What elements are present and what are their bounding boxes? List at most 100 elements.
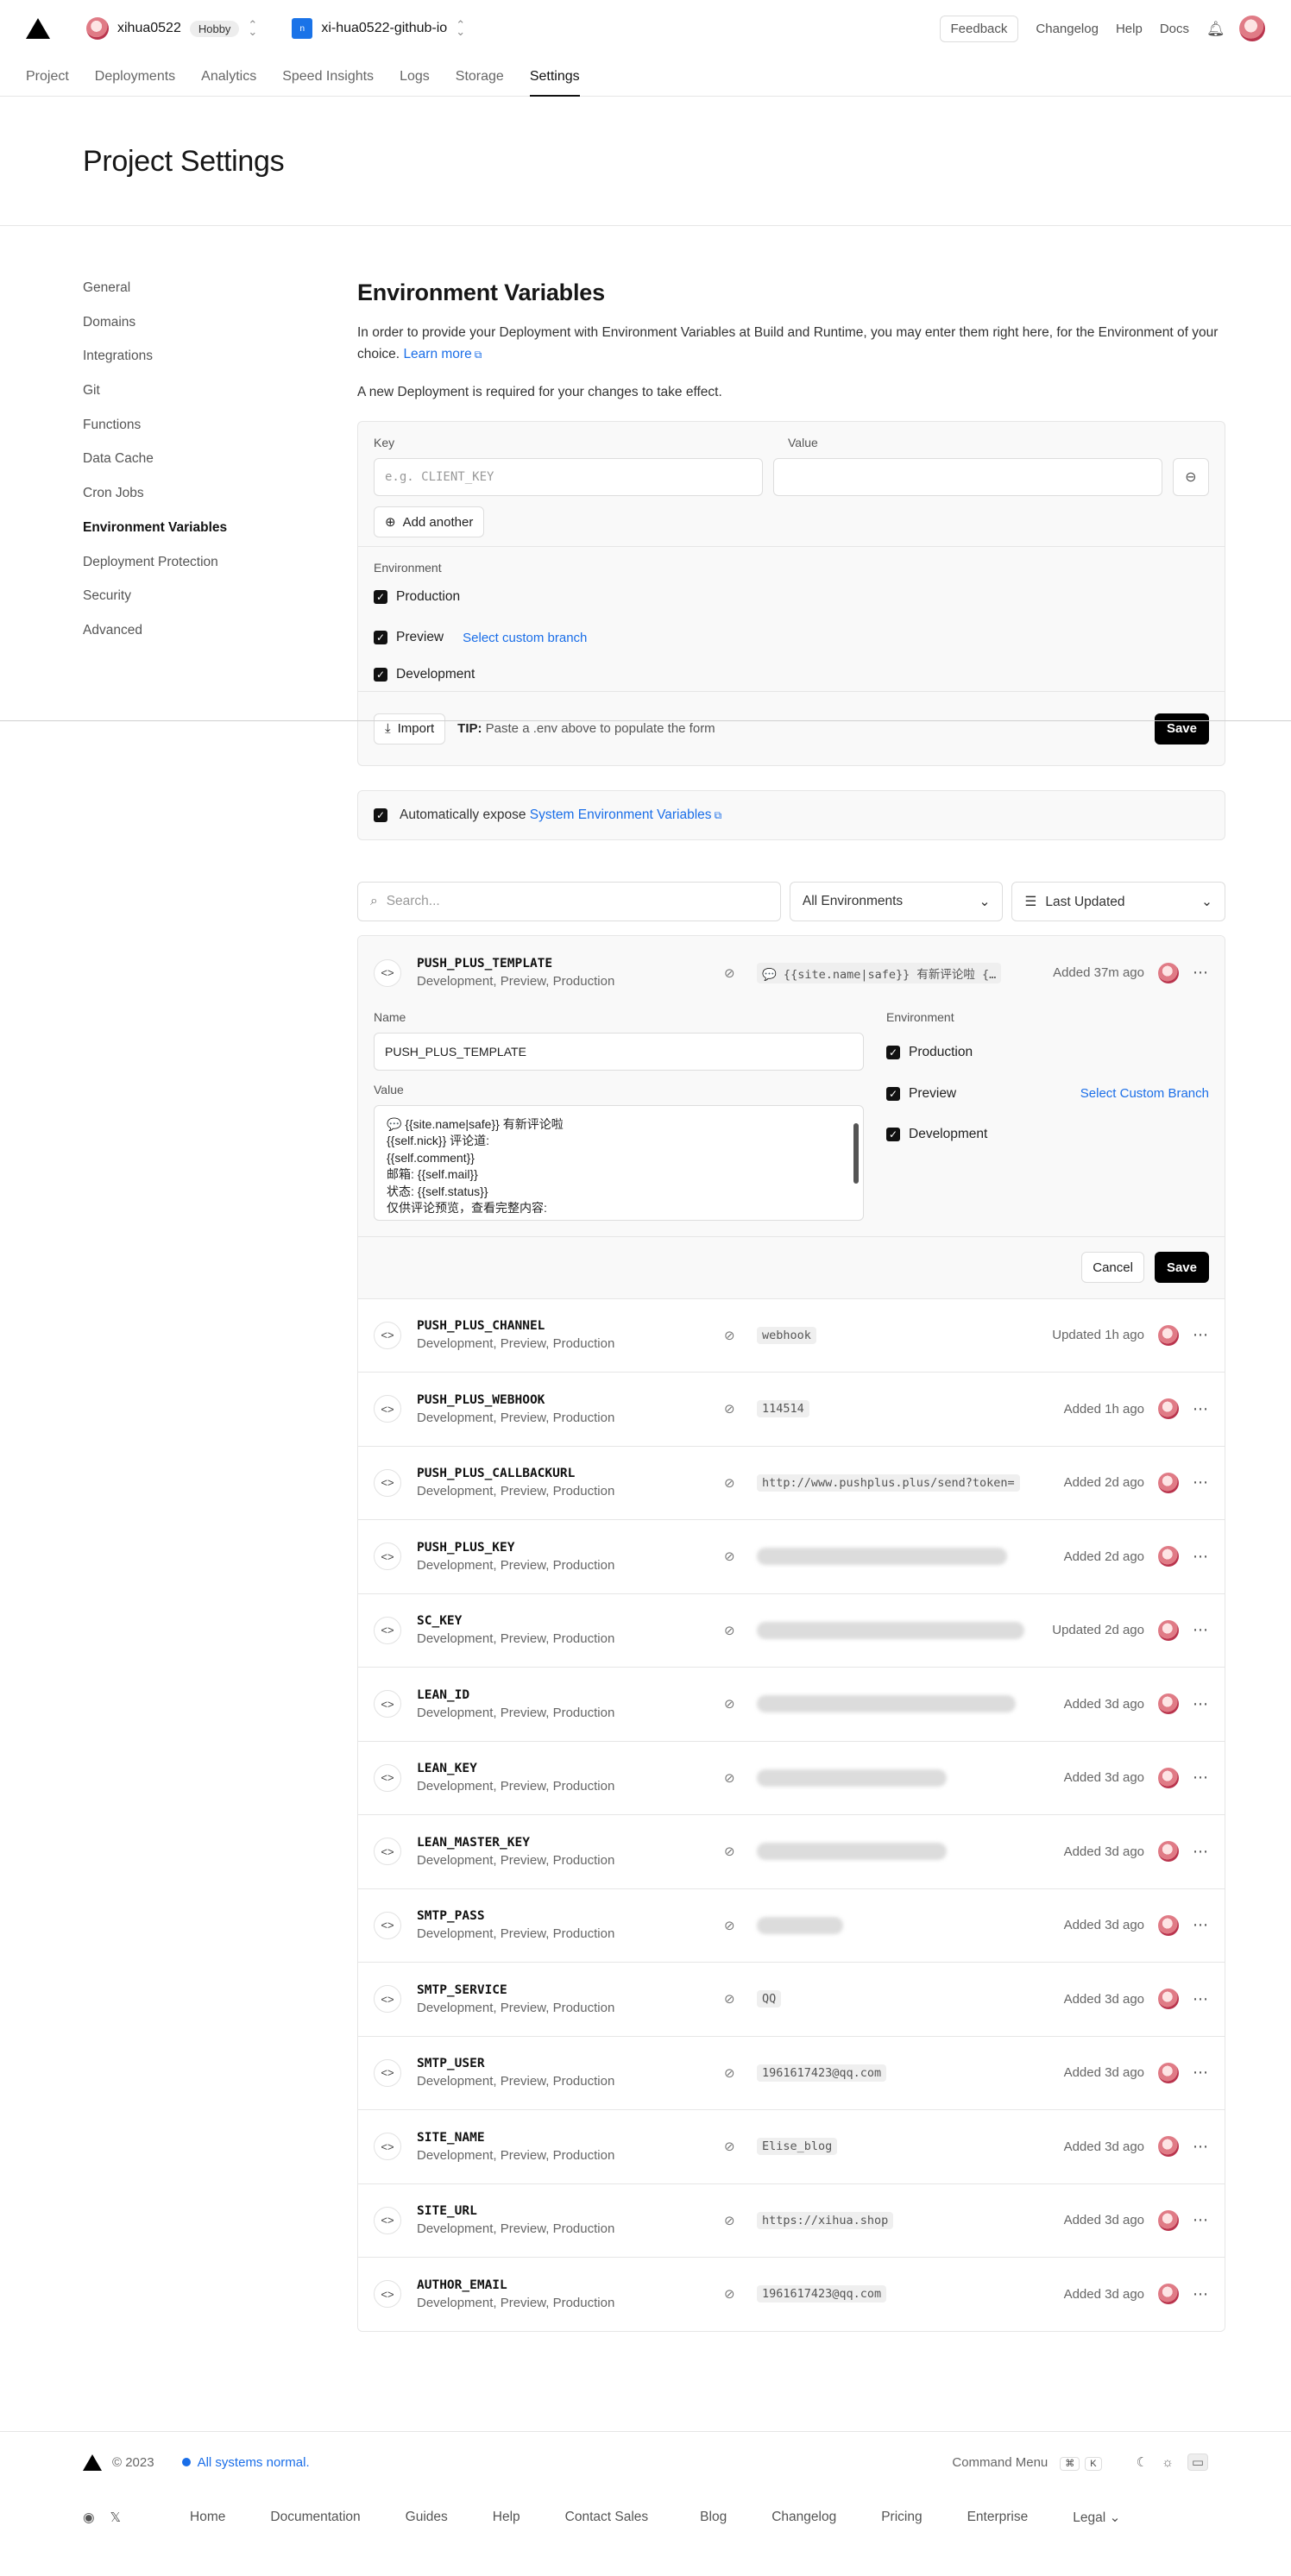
bell-icon[interactable]: 🔔︎ [1206,21,1225,37]
remove-row-button[interactable]: ⊖ [1172,458,1209,496]
tab-project[interactable]: Project [26,69,69,96]
eye-off-icon[interactable]: ⊘ [724,965,740,981]
footer-link-home[interactable]: Home [190,2510,225,2525]
eye-off-icon[interactable]: ⊘ [724,1696,740,1712]
system-theme-icon[interactable]: ▭ [1187,2453,1208,2471]
env-var-row[interactable]: <> PUSH_PLUS_CHANNEL Development, Previe… [358,1297,1225,1372]
development-checkbox[interactable]: ✓ [886,1128,900,1142]
textarea-scrollbar[interactable] [853,1113,860,1213]
footer-link-guides[interactable]: Guides [406,2510,448,2525]
tab-logs[interactable]: Logs [400,69,430,96]
save-button[interactable]: Save [1154,1252,1209,1283]
save-button[interactable]: Save [1154,713,1209,745]
production-checkbox[interactable]: ✓ [886,1046,900,1060]
sun-icon[interactable]: ☼ [1162,2455,1174,2470]
footer-link-enterprise[interactable]: Enterprise [967,2510,1029,2525]
eye-off-icon[interactable]: ⊘ [724,1770,740,1786]
chevron-up-down-icon[interactable]: ⌃ ⌄ [456,19,465,37]
env-var-row-expanded[interactable]: <> PUSH_PLUS_TEMPLATE Development, Previ… [358,936,1225,1010]
footer-link-pricing[interactable]: Pricing [881,2510,922,2525]
github-icon[interactable]: ◉ [83,2510,95,2526]
feedback-button[interactable]: Feedback [939,15,1019,42]
sidebar-item-advanced[interactable]: Advanced [83,622,357,657]
eye-off-icon[interactable]: ⊘ [724,1475,740,1491]
select-branch-link[interactable]: Select custom branch [463,631,587,645]
more-icon[interactable]: ⋯ [1193,2211,1209,2229]
env-var-row[interactable]: <> LEAN_MASTER_KEY Development, Preview,… [358,1814,1225,1888]
vercel-logo[interactable] [83,2453,102,2471]
preview-checkbox[interactable]: ✓ [886,1086,900,1101]
sidebar-item-environment-variables[interactable]: Environment Variables [83,519,357,554]
sidebar-item-security[interactable]: Security [83,587,357,622]
more-icon[interactable]: ⋯ [1193,1473,1209,1492]
more-icon[interactable]: ⋯ [1193,1916,1209,1934]
preview-checkbox[interactable]: ✓ [374,631,387,645]
footer-link-help[interactable]: Help [493,2510,520,2525]
sidebar-item-deployment-protection[interactable]: Deployment Protection [83,554,357,588]
development-checkbox[interactable]: ✓ [374,668,387,682]
more-icon[interactable]: ⋯ [1193,2138,1209,2156]
system-env-vars-link[interactable]: System Environment Variables [530,807,721,822]
more-icon[interactable]: ⋯ [1193,1843,1209,1861]
env-var-row[interactable]: <> SITE_URL Development, Preview, Produc… [358,2183,1225,2257]
sidebar-item-git[interactable]: Git [83,382,357,417]
footer-link-legal[interactable]: Legal ⌄ [1073,2510,1120,2526]
footer-link-changelog[interactable]: Changelog [771,2510,836,2525]
sidebar-item-data-cache[interactable]: Data Cache [83,450,357,485]
import-button[interactable]: ⤓ Import [374,713,446,745]
docs-link[interactable]: Docs [1160,22,1189,36]
sidebar-item-functions[interactable]: Functions [83,417,357,451]
env-var-row[interactable]: <> LEAN_ID Development, Preview, Product… [358,1667,1225,1741]
search-input[interactable]: ⌕ Search... [357,882,781,921]
user-avatar[interactable] [1239,16,1265,41]
help-link[interactable]: Help [1116,22,1143,36]
tab-storage[interactable]: Storage [456,69,504,96]
eye-off-icon[interactable]: ⊘ [724,2065,740,2081]
eye-off-icon[interactable]: ⊘ [724,2286,740,2302]
value-textarea[interactable]: 💬 {{site.name|safe}} 有新评论啦 {{self.nick}}… [374,1104,864,1221]
more-icon[interactable]: ⋯ [1193,2285,1209,2303]
team-switcher[interactable]: xihua0522 Hobby ⌃ ⌄ [86,17,257,40]
name-input[interactable]: PUSH_PLUS_TEMPLATE [374,1032,864,1071]
tab-analytics[interactable]: Analytics [201,69,256,96]
project-switcher[interactable]: n xi-hua0522-github-io ⌃ ⌄ [292,18,465,39]
chevron-up-down-icon[interactable]: ⌃ ⌄ [248,19,257,37]
moon-icon[interactable]: ☾ [1137,2454,1148,2470]
env-var-row[interactable]: <> SITE_NAME Development, Preview, Produ… [358,2109,1225,2183]
eye-off-icon[interactable]: ⊘ [724,1401,740,1417]
more-icon[interactable]: ⋯ [1193,1400,1209,1418]
more-icon[interactable]: ⋯ [1193,964,1209,982]
env-var-row[interactable]: <> SMTP_SERVICE Development, Preview, Pr… [358,1962,1225,2036]
sidebar-item-general[interactable]: General [83,280,357,314]
env-var-row[interactable]: <> PUSH_PLUS_CALLBACKURL Development, Pr… [358,1445,1225,1519]
footer-link-documentation[interactable]: Documentation [270,2510,360,2525]
auto-expose-checkbox[interactable]: ✓ [374,808,387,822]
more-icon[interactable]: ⋯ [1193,1326,1209,1344]
production-checkbox[interactable]: ✓ [374,589,387,604]
key-input[interactable]: e.g. CLIENT_KEY [374,458,763,496]
footer-link-blog[interactable]: Blog [700,2510,727,2525]
value-input[interactable] [772,458,1162,496]
eye-off-icon[interactable]: ⊘ [724,2213,740,2228]
changelog-link[interactable]: Changelog [1036,22,1099,36]
env-var-row[interactable]: <> AUTHOR_EMAIL Development, Preview, Pr… [358,2257,1225,2331]
cancel-button[interactable]: Cancel [1081,1252,1144,1283]
add-another-button[interactable]: ⊕ Add another [374,506,485,537]
status-link[interactable]: All systems normal. [198,2455,310,2470]
sort-select[interactable]: ☰ Last Updated ⌄ [1011,882,1226,921]
x-icon[interactable]: 𝕏 [110,2510,122,2526]
tab-speed-insights[interactable]: Speed Insights [282,69,374,96]
learn-more-link[interactable]: Learn more [403,347,482,361]
eye-off-icon[interactable]: ⊘ [724,1328,740,1343]
tab-deployments[interactable]: Deployments [95,69,175,96]
env-var-row[interactable]: <> SC_KEY Development, Preview, Producti… [358,1593,1225,1667]
more-icon[interactable]: ⋯ [1193,1990,1209,2008]
more-icon[interactable]: ⋯ [1193,1769,1209,1787]
vercel-logo[interactable] [26,18,50,39]
env-var-row[interactable]: <> PUSH_PLUS_WEBHOOK Development, Previe… [358,1372,1225,1446]
eye-off-icon[interactable]: ⊘ [724,1991,740,2007]
eye-off-icon[interactable]: ⊘ [724,1918,740,1933]
env-var-row[interactable]: <> SMTP_PASS Development, Preview, Produ… [358,1888,1225,1962]
tab-settings[interactable]: Settings [529,69,580,97]
env-var-row[interactable]: <> SMTP_USER Development, Preview, Produ… [358,2035,1225,2109]
